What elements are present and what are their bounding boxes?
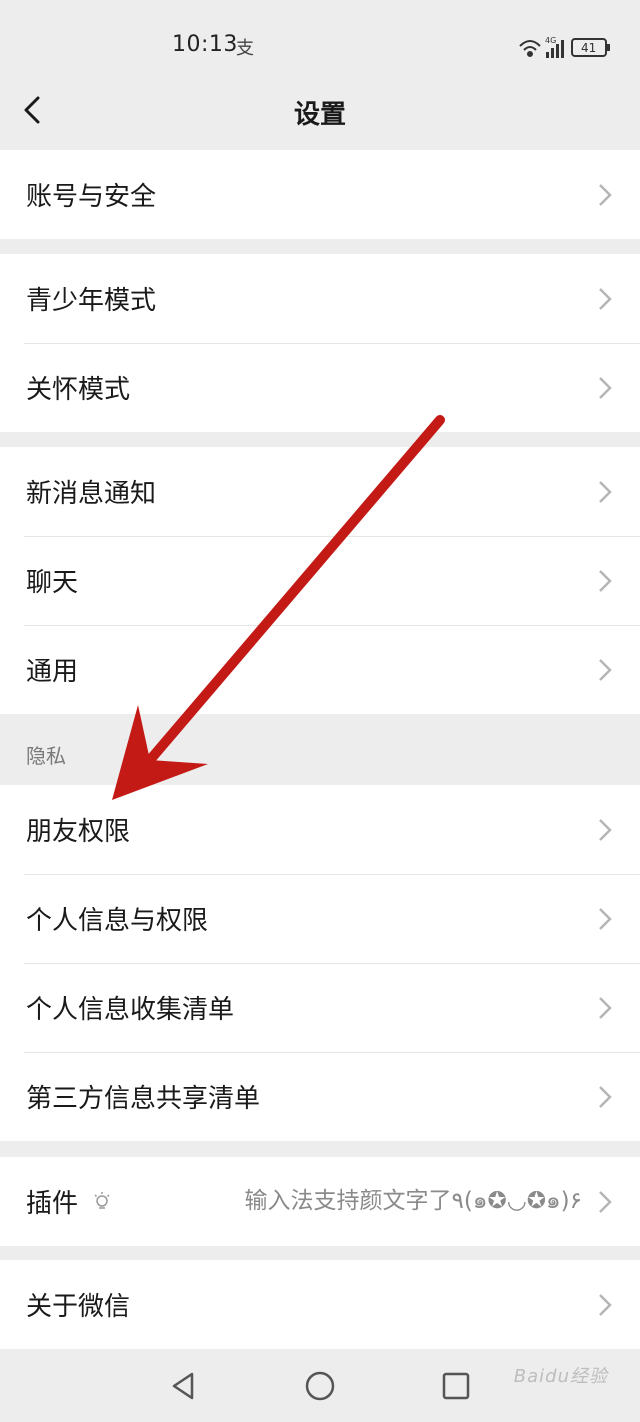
settings-item-care-mode[interactable]: 关怀模式 bbox=[0, 343, 640, 432]
section-title: 隐私 bbox=[26, 744, 66, 768]
settings-item-third-party-sharing[interactable]: 第三方信息共享清单 bbox=[0, 1052, 640, 1141]
settings-group-modes: 青少年模式 关怀模式 bbox=[0, 254, 640, 432]
settings-group-account: 账号与安全 bbox=[0, 150, 640, 239]
battery-level: 41 bbox=[581, 41, 596, 55]
chevron-right-icon bbox=[599, 908, 612, 930]
chevron-right-icon bbox=[599, 1294, 612, 1316]
settings-item-chat[interactable]: 聊天 bbox=[0, 536, 640, 625]
settings-group-plugins: 插件 输入法支持颜文字了٩(๑✪◡✪๑)۶ bbox=[0, 1157, 640, 1246]
page-title: 设置 bbox=[293, 100, 346, 130]
chevron-right-icon bbox=[599, 1086, 612, 1108]
settings-item-account-security[interactable]: 账号与安全 bbox=[0, 150, 640, 239]
watermark-text: Baidu经验 bbox=[513, 1366, 608, 1387]
settings-group-privacy: 朋友权限 个人信息与权限 个人信息收集清单 第三方信息共享清单 bbox=[0, 785, 640, 1141]
chevron-right-icon bbox=[599, 377, 612, 399]
chevron-right-icon bbox=[599, 184, 612, 206]
settings-item-plugins[interactable]: 插件 输入法支持颜文字了٩(๑✪◡✪๑)۶ bbox=[0, 1157, 640, 1246]
item-label: 关于微信 bbox=[26, 1292, 131, 1322]
settings-item-about-wechat[interactable]: 关于微信 bbox=[0, 1260, 640, 1349]
settings-item-personal-info-collection[interactable]: 个人信息收集清单 bbox=[0, 963, 640, 1052]
nav-back-icon[interactable] bbox=[168, 1370, 200, 1402]
section-header-privacy: 隐私 bbox=[0, 714, 640, 784]
status-icons: 4G 41 bbox=[519, 36, 610, 58]
chevron-right-icon bbox=[599, 570, 612, 592]
settings-item-teen-mode[interactable]: 青少年模式 bbox=[0, 254, 640, 343]
settings-group-general: 新消息通知 聊天 通用 bbox=[0, 447, 640, 714]
chevron-right-icon bbox=[599, 659, 612, 681]
item-label: 个人信息收集清单 bbox=[26, 995, 235, 1025]
settings-group-about: 关于微信 bbox=[0, 1260, 640, 1349]
item-label: 插件 bbox=[26, 1189, 79, 1219]
item-label: 关怀模式 bbox=[26, 375, 131, 405]
system-nav-bar: Baidu经验 bbox=[0, 1352, 640, 1422]
settings-item-notifications[interactable]: 新消息通知 bbox=[0, 447, 640, 536]
network-label: 4G bbox=[545, 36, 556, 45]
item-label: 第三方信息共享清单 bbox=[26, 1084, 261, 1114]
chevron-right-icon bbox=[599, 997, 612, 1019]
lightbulb-icon bbox=[94, 1191, 110, 1209]
nav-home-icon[interactable] bbox=[304, 1370, 336, 1402]
status-notification-icon: 支 bbox=[236, 38, 254, 59]
item-label: 个人信息与权限 bbox=[26, 906, 209, 936]
item-label: 新消息通知 bbox=[26, 479, 157, 509]
chevron-right-icon bbox=[599, 288, 612, 310]
battery-icon: 41 bbox=[571, 38, 610, 57]
settings-item-friend-permissions[interactable]: 朋友权限 bbox=[0, 785, 640, 874]
chevron-right-icon bbox=[599, 481, 612, 503]
item-label: 通用 bbox=[26, 657, 79, 687]
settings-item-personal-info-permissions[interactable]: 个人信息与权限 bbox=[0, 874, 640, 963]
status-time: 10:13 bbox=[172, 32, 238, 57]
nav-bar: 设置 bbox=[0, 70, 640, 150]
chevron-right-icon bbox=[599, 819, 612, 841]
plugin-hint: 输入法支持颜文字了٩(๑✪◡✪๑)۶ bbox=[244, 1188, 582, 1214]
item-label: 朋友权限 bbox=[26, 817, 131, 847]
chevron-right-icon bbox=[599, 1191, 612, 1213]
settings-item-general[interactable]: 通用 bbox=[0, 625, 640, 714]
item-label: 青少年模式 bbox=[26, 286, 157, 316]
item-label: 聊天 bbox=[26, 568, 79, 598]
wifi-icon bbox=[519, 40, 541, 57]
nav-recent-apps-icon[interactable] bbox=[440, 1370, 472, 1402]
item-label: 账号与安全 bbox=[26, 182, 157, 212]
